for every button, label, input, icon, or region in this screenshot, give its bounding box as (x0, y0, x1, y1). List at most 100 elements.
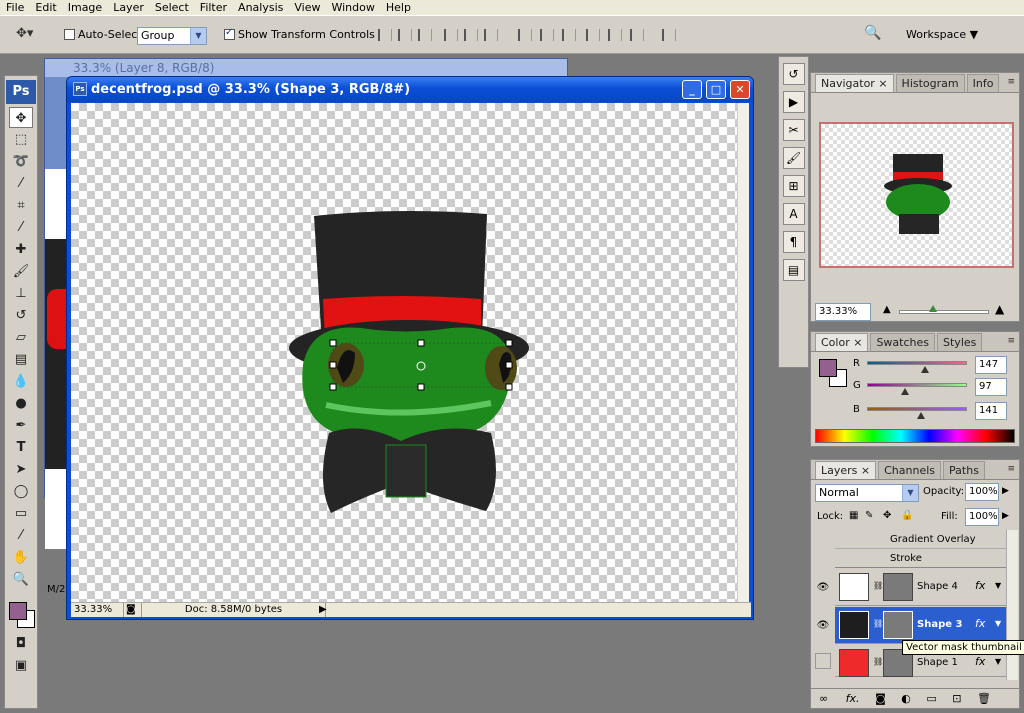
layer-thumbnail[interactable] (839, 573, 869, 601)
adjustment-layer-icon[interactable]: ◐ (901, 692, 911, 705)
visibility-toggle-off[interactable] (815, 653, 831, 669)
document-zoom[interactable]: 33.33% (74, 603, 124, 617)
align-top-icon[interactable] (378, 29, 392, 41)
move-tool-icon[interactable]: ✥▾ (16, 26, 33, 41)
eyedropper-icon[interactable]: ⁄ (9, 525, 33, 546)
red-slider[interactable] (867, 361, 967, 365)
distribute-left-icon[interactable] (586, 29, 600, 41)
distribute-bottom-icon[interactable] (562, 29, 576, 41)
history-brush-icon[interactable]: ↺ (9, 305, 33, 326)
menu-filter[interactable]: Filter (194, 0, 232, 15)
gradient-tool-icon[interactable]: ▤ (9, 349, 33, 370)
align-right-icon[interactable] (484, 29, 498, 41)
tool-presets-icon[interactable]: ✂ (782, 119, 805, 141)
tab-layers[interactable]: Layers × (815, 461, 877, 479)
clone-source-icon[interactable]: ⊞ (782, 175, 805, 197)
panel-menu-icon[interactable]: ≡ (1007, 77, 1015, 87)
navigator-zoom-slider[interactable] (899, 310, 989, 314)
tab-navigator[interactable]: Navigator × (815, 74, 894, 92)
lock-transparency-icon[interactable]: ▦ (849, 510, 858, 521)
layer-thumbnail[interactable] (839, 649, 869, 677)
menu-select[interactable]: Select (149, 0, 194, 15)
marquee-tool-icon[interactable]: ⬚ (9, 129, 33, 150)
layer-row-shape-3[interactable]: ⛓ Shape 3 fx ▼ (835, 607, 1014, 644)
move-tool-icon[interactable]: ✥ (9, 107, 33, 128)
navigator-preview[interactable] (819, 122, 1014, 268)
add-mask-icon[interactable]: ◙ (875, 692, 886, 705)
link-layers-icon[interactable]: ∞ (819, 692, 828, 705)
show-transform-checkbox[interactable] (224, 27, 235, 40)
lock-position-icon[interactable]: ✥ (883, 510, 891, 521)
paragraph-panel-icon[interactable]: ¶ (782, 231, 805, 253)
history-panel-icon[interactable]: ↺ (782, 63, 805, 85)
align-hcenter-icon[interactable] (464, 29, 478, 41)
character-panel-icon[interactable]: A (782, 203, 805, 225)
color-spectrum-bar[interactable] (815, 429, 1015, 443)
menu-file[interactable]: File (0, 0, 29, 15)
path-select-icon[interactable]: ➤ (9, 459, 33, 480)
eyedropper-tool-icon[interactable]: ⁄ (9, 217, 33, 238)
layers-scrollbar[interactable] (1006, 530, 1018, 680)
shape-tool-icon[interactable]: ◯ (9, 481, 33, 502)
panel-menu-icon[interactable]: ≡ (1007, 336, 1015, 346)
layer-comps-icon[interactable]: ▤ (782, 259, 805, 281)
document-canvas[interactable] (71, 103, 738, 602)
hand-tool-icon[interactable]: ✋ (9, 547, 33, 568)
crop-tool-icon[interactable]: ⌗ (9, 195, 33, 216)
green-value-field[interactable]: 97 (975, 378, 1007, 396)
opacity-field[interactable]: 100% (965, 483, 999, 501)
brush-tool-icon[interactable]: 🖌 (9, 261, 33, 282)
dodge-tool-icon[interactable]: ● (9, 393, 33, 414)
workspace-button[interactable]: Workspace ▼ (906, 28, 978, 41)
chevron-down-icon[interactable]: ▼ (995, 619, 1001, 628)
align-left-icon[interactable] (444, 29, 458, 41)
tab-color[interactable]: Color × (815, 333, 869, 351)
green-slider[interactable] (867, 383, 967, 387)
navigator-zoom-field[interactable]: 33.33% (815, 303, 871, 321)
menu-image[interactable]: Image (62, 0, 107, 15)
actions-panel-icon[interactable]: ▶ (782, 91, 805, 113)
chevron-down-icon[interactable]: ▼ (995, 581, 1001, 590)
eraser-tool-icon[interactable]: ▱ (9, 327, 33, 348)
brushes-panel-icon[interactable]: 🖌 (782, 147, 805, 169)
fx-icon[interactable]: fx (975, 617, 985, 630)
document-title-bar[interactable]: Ps decentfrog.psd @ 33.3% (Shape 3, RGB/… (67, 77, 753, 102)
eye-icon[interactable]: 👁 (815, 607, 831, 644)
healing-brush-icon[interactable]: ✚ (9, 239, 33, 260)
distribute-hcenter-icon[interactable] (608, 29, 622, 41)
quick-mask-icon[interactable]: ◘ (9, 633, 33, 654)
zoom-tool-icon[interactable]: 🔍 (9, 569, 33, 590)
tab-info[interactable]: Info (966, 74, 1000, 92)
foreground-color-swatch[interactable] (9, 602, 27, 620)
effect-stroke[interactable]: Stroke (835, 549, 1007, 568)
distribute-top-icon[interactable] (518, 29, 532, 41)
tab-channels[interactable]: Channels (878, 461, 942, 479)
distribute-right-icon[interactable] (630, 29, 644, 41)
auto-align-icon[interactable] (662, 29, 676, 41)
red-slider-thumb[interactable] (921, 366, 929, 373)
red-value-field[interactable]: 147 (975, 356, 1007, 374)
tab-styles[interactable]: Styles (937, 333, 983, 351)
tab-paths[interactable]: Paths (943, 461, 985, 479)
layer-row-shape-4[interactable]: ⛓ Shape 4 fx ▼ (835, 569, 1014, 606)
menu-window[interactable]: Window (325, 0, 379, 15)
fx-icon[interactable]: fx (975, 579, 985, 592)
eye-icon[interactable]: 👁 (815, 569, 831, 606)
status-arrow-icon[interactable]: ▶ (319, 603, 327, 617)
menu-view[interactable]: View (288, 0, 325, 15)
distribute-vcenter-icon[interactable] (540, 29, 554, 41)
clone-stamp-icon[interactable]: ⊥ (9, 283, 33, 304)
blue-slider[interactable] (867, 407, 967, 411)
blend-mode-dropdown[interactable]: Normal ▼ (815, 484, 919, 502)
bridge-icon[interactable]: 🔍 (864, 25, 881, 41)
quick-select-tool-icon[interactable]: ⁄ (9, 173, 33, 194)
fill-field[interactable]: 100% (965, 508, 999, 526)
auto-select-checkbox[interactable] (64, 29, 75, 40)
align-bottom-icon[interactable] (418, 29, 432, 41)
lock-pixels-icon[interactable]: ✎ (865, 510, 873, 521)
zoom-out-icon[interactable]: ▲ (883, 304, 891, 315)
opacity-arrow-icon[interactable]: ▶ (1002, 486, 1009, 496)
panel-menu-icon[interactable]: ≡ (1007, 464, 1015, 474)
chevron-down-icon[interactable]: ▼ (995, 657, 1001, 666)
auto-select-dropdown[interactable]: Group ▼ (137, 27, 207, 45)
